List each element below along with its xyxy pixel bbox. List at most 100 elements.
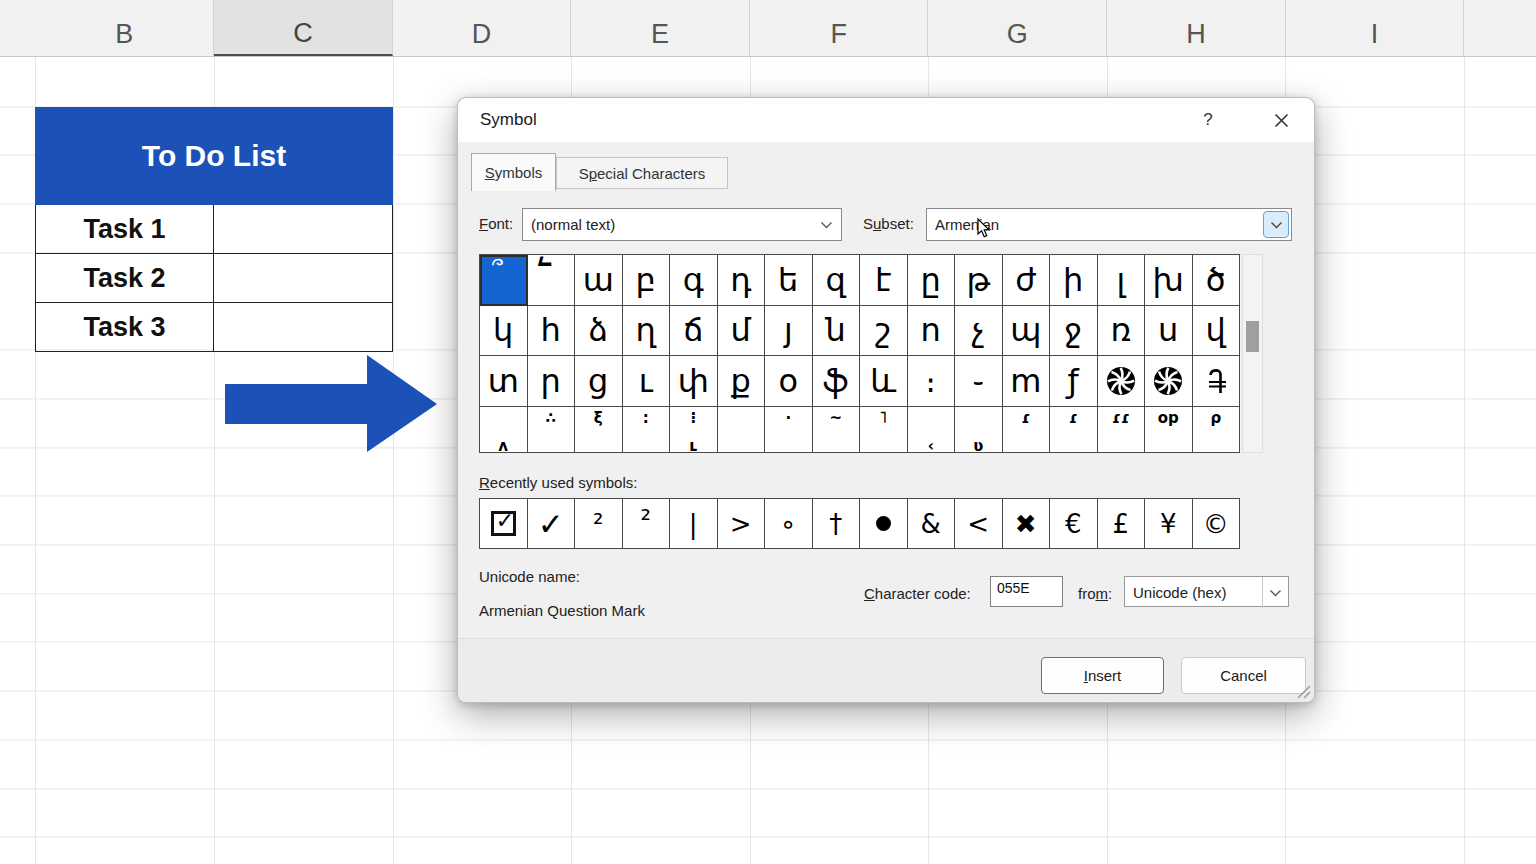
chevron-down-icon[interactable] — [811, 209, 841, 240]
symbol-cell[interactable]: օ — [765, 356, 813, 407]
symbol-cell[interactable]: · — [765, 407, 813, 454]
recent-symbol-cell[interactable]: ✓ — [528, 499, 576, 548]
symbol-cell[interactable]: բ — [623, 255, 671, 306]
symbol-cell[interactable] — [1193, 356, 1241, 407]
character-code-input[interactable]: 055E — [990, 576, 1063, 607]
symbol-cell[interactable]: տ — [480, 356, 528, 407]
recent-symbol-cell[interactable]: & — [908, 499, 956, 548]
symbol-cell[interactable]: խ — [1145, 255, 1193, 306]
symbol-cell[interactable]: ն — [813, 306, 861, 357]
symbol-cell[interactable]: ⁝ʟ — [670, 407, 718, 454]
symbol-cell[interactable]: ~ — [813, 407, 861, 454]
recent-symbol-cell[interactable]: € — [1050, 499, 1098, 548]
recent-symbol-cell[interactable]: ✓ — [480, 499, 528, 548]
cancel-button[interactable]: Cancel — [1181, 657, 1306, 694]
recent-symbol-cell[interactable]: † — [813, 499, 861, 548]
scrollbar-thumb[interactable] — [1246, 321, 1259, 352]
symbol-cell[interactable]: կ — [480, 306, 528, 357]
recent-symbol-cell[interactable]: ¥ — [1145, 499, 1193, 548]
symbol-cell[interactable] — [1098, 356, 1146, 407]
symbol-cell[interactable]: ֊ — [955, 356, 1003, 407]
dialog-titlebar[interactable]: Symbol ? — [458, 98, 1314, 142]
symbol-cell[interactable]: ս — [1145, 306, 1193, 357]
symbol-cell[interactable]: ƒ — [1050, 356, 1098, 407]
symbol-cell[interactable]: փ — [670, 356, 718, 407]
recent-symbol-cell[interactable]: < — [955, 499, 1003, 548]
symbol-cell[interactable]: վ — [1193, 306, 1241, 357]
tab-special-characters[interactable]: Special Characters — [556, 157, 728, 189]
recent-symbol-cell[interactable]: ² — [623, 499, 671, 548]
close-button[interactable] — [1266, 98, 1296, 142]
symbol-cell[interactable]: պ — [1003, 306, 1051, 357]
symbol-cell[interactable]: է — [860, 255, 908, 306]
chevron-down-icon[interactable] — [1263, 211, 1289, 238]
symbol-cell[interactable]: ՞ — [480, 255, 528, 306]
recent-symbol-cell[interactable]: © — [1193, 499, 1241, 548]
from-combobox[interactable]: Unicode (hex) — [1124, 576, 1289, 607]
recent-symbol-cell[interactable]: ² — [575, 499, 623, 548]
column-header-H[interactable]: H — [1107, 0, 1286, 56]
symbol-cell[interactable]: դ — [718, 255, 766, 306]
symbol-cell[interactable]: m — [1003, 356, 1051, 407]
recent-symbol-cell[interactable]: > — [718, 499, 766, 548]
symbol-cell[interactable]: ը — [908, 255, 956, 306]
symbol-cell[interactable]: ɾ — [1003, 407, 1051, 454]
symbol-cell[interactable]: չ — [955, 306, 1003, 357]
help-button[interactable]: ? — [1193, 98, 1223, 142]
tab-symbols[interactable]: Symbols — [471, 153, 556, 191]
symbol-cell[interactable]: ˥ — [860, 407, 908, 454]
symbol-cell[interactable]: ծ — [1193, 255, 1241, 306]
symbol-cell[interactable]: ո — [908, 306, 956, 357]
symbol-cell[interactable] — [1145, 356, 1193, 407]
symbol-cell[interactable]: ‹ — [908, 407, 956, 454]
symbol-cell[interactable]: գ — [670, 255, 718, 306]
symbol-cell[interactable]: թ — [955, 255, 1003, 306]
symbol-cell[interactable]: ք — [718, 356, 766, 407]
symbol-cell[interactable]: ի — [1050, 255, 1098, 306]
grid-scrollbar[interactable] — [1242, 254, 1263, 453]
symbol-cell[interactable]: ղ — [623, 306, 671, 357]
symbol-cell[interactable]: շ — [860, 306, 908, 357]
column-header-F[interactable]: F — [750, 0, 929, 56]
symbol-cell[interactable]: ʌ — [480, 407, 528, 454]
symbol-cell[interactable]: ∴ — [528, 407, 576, 454]
resize-grip[interactable] — [1295, 683, 1311, 699]
chevron-down-icon[interactable] — [1262, 577, 1288, 608]
column-header-I[interactable]: I — [1286, 0, 1465, 56]
symbol-cell[interactable]: ռ — [1098, 306, 1146, 357]
column-header-E[interactable]: E — [571, 0, 750, 56]
symbol-cell[interactable]: ժ — [1003, 255, 1051, 306]
symbol-cell[interactable]: զ — [813, 255, 861, 306]
symbol-cell[interactable]: լ — [1098, 255, 1146, 306]
symbol-cell[interactable]: հ — [528, 306, 576, 357]
symbol-cell[interactable]: ե — [765, 255, 813, 306]
symbol-cell[interactable]: ճ — [670, 306, 718, 357]
symbol-cell[interactable]: ξ — [575, 407, 623, 454]
symbol-cell[interactable]: ձ — [575, 306, 623, 357]
column-header-G[interactable]: G — [929, 0, 1108, 56]
symbol-cell[interactable]: ρ — [1193, 407, 1241, 454]
symbol-cell[interactable]: և — [860, 356, 908, 407]
symbol-cell[interactable]: ɾɾ — [1098, 407, 1146, 454]
symbol-cell[interactable]: : — [623, 407, 671, 454]
symbol-cell[interactable]: ֆ — [813, 356, 861, 407]
insert-button[interactable]: Insert — [1041, 657, 1164, 694]
symbol-cell[interactable]: յ — [765, 306, 813, 357]
symbol-cell[interactable]: ր — [528, 356, 576, 407]
symbol-cell[interactable]: ʋ — [955, 407, 1003, 454]
symbol-cell[interactable] — [718, 407, 766, 454]
symbol-cell[interactable]: ։ — [908, 356, 956, 407]
symbol-cell[interactable]: մ — [718, 306, 766, 357]
symbol-cell[interactable]: ɾ — [1050, 407, 1098, 454]
recent-symbol-cell[interactable]: ✖ — [1003, 499, 1051, 548]
recent-symbol-cell[interactable]: | — [670, 499, 718, 548]
recent-symbol-cell[interactable] — [860, 499, 908, 548]
symbol-cell[interactable]: ւ — [623, 356, 671, 407]
symbol-cell[interactable]: op — [1145, 407, 1193, 454]
recent-symbol-cell[interactable]: ∘ — [765, 499, 813, 548]
font-combobox[interactable]: (normal text) — [522, 208, 842, 241]
symbol-cell[interactable]: ջ — [1050, 306, 1098, 357]
symbol-cell[interactable]: ց — [575, 356, 623, 407]
recent-symbol-cell[interactable]: £ — [1098, 499, 1146, 548]
symbol-cell[interactable]: ՟ — [528, 255, 576, 306]
